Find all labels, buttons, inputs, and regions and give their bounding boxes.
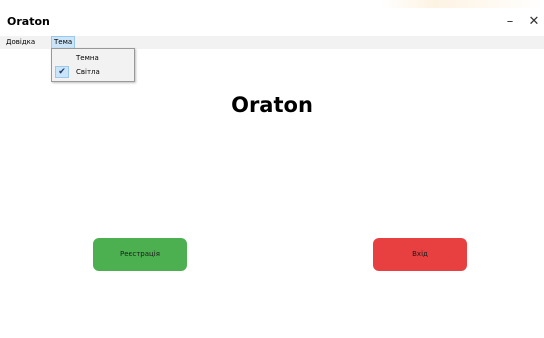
- checkmark-icon: ✔: [55, 66, 69, 78]
- minimize-button[interactable]: –: [498, 12, 522, 32]
- app-title: Oraton: [231, 93, 313, 117]
- menu-help[interactable]: Довідка: [4, 36, 37, 49]
- close-button[interactable]: ✕: [522, 12, 544, 32]
- window-title: Oraton: [7, 15, 50, 28]
- theme-dropdown: Темна ✔ Світла: [51, 48, 135, 82]
- window-top-border: [0, 0, 544, 8]
- theme-option-dark-label: Темна: [76, 54, 99, 62]
- login-button[interactable]: Вхід: [373, 238, 467, 271]
- register-button[interactable]: Реєстрація: [93, 238, 187, 271]
- theme-option-light-label: Світла: [76, 68, 100, 76]
- theme-option-light[interactable]: ✔ Світла: [52, 65, 134, 79]
- theme-option-dark[interactable]: Темна: [52, 51, 134, 65]
- titlebar: Oraton – ✕: [0, 8, 544, 36]
